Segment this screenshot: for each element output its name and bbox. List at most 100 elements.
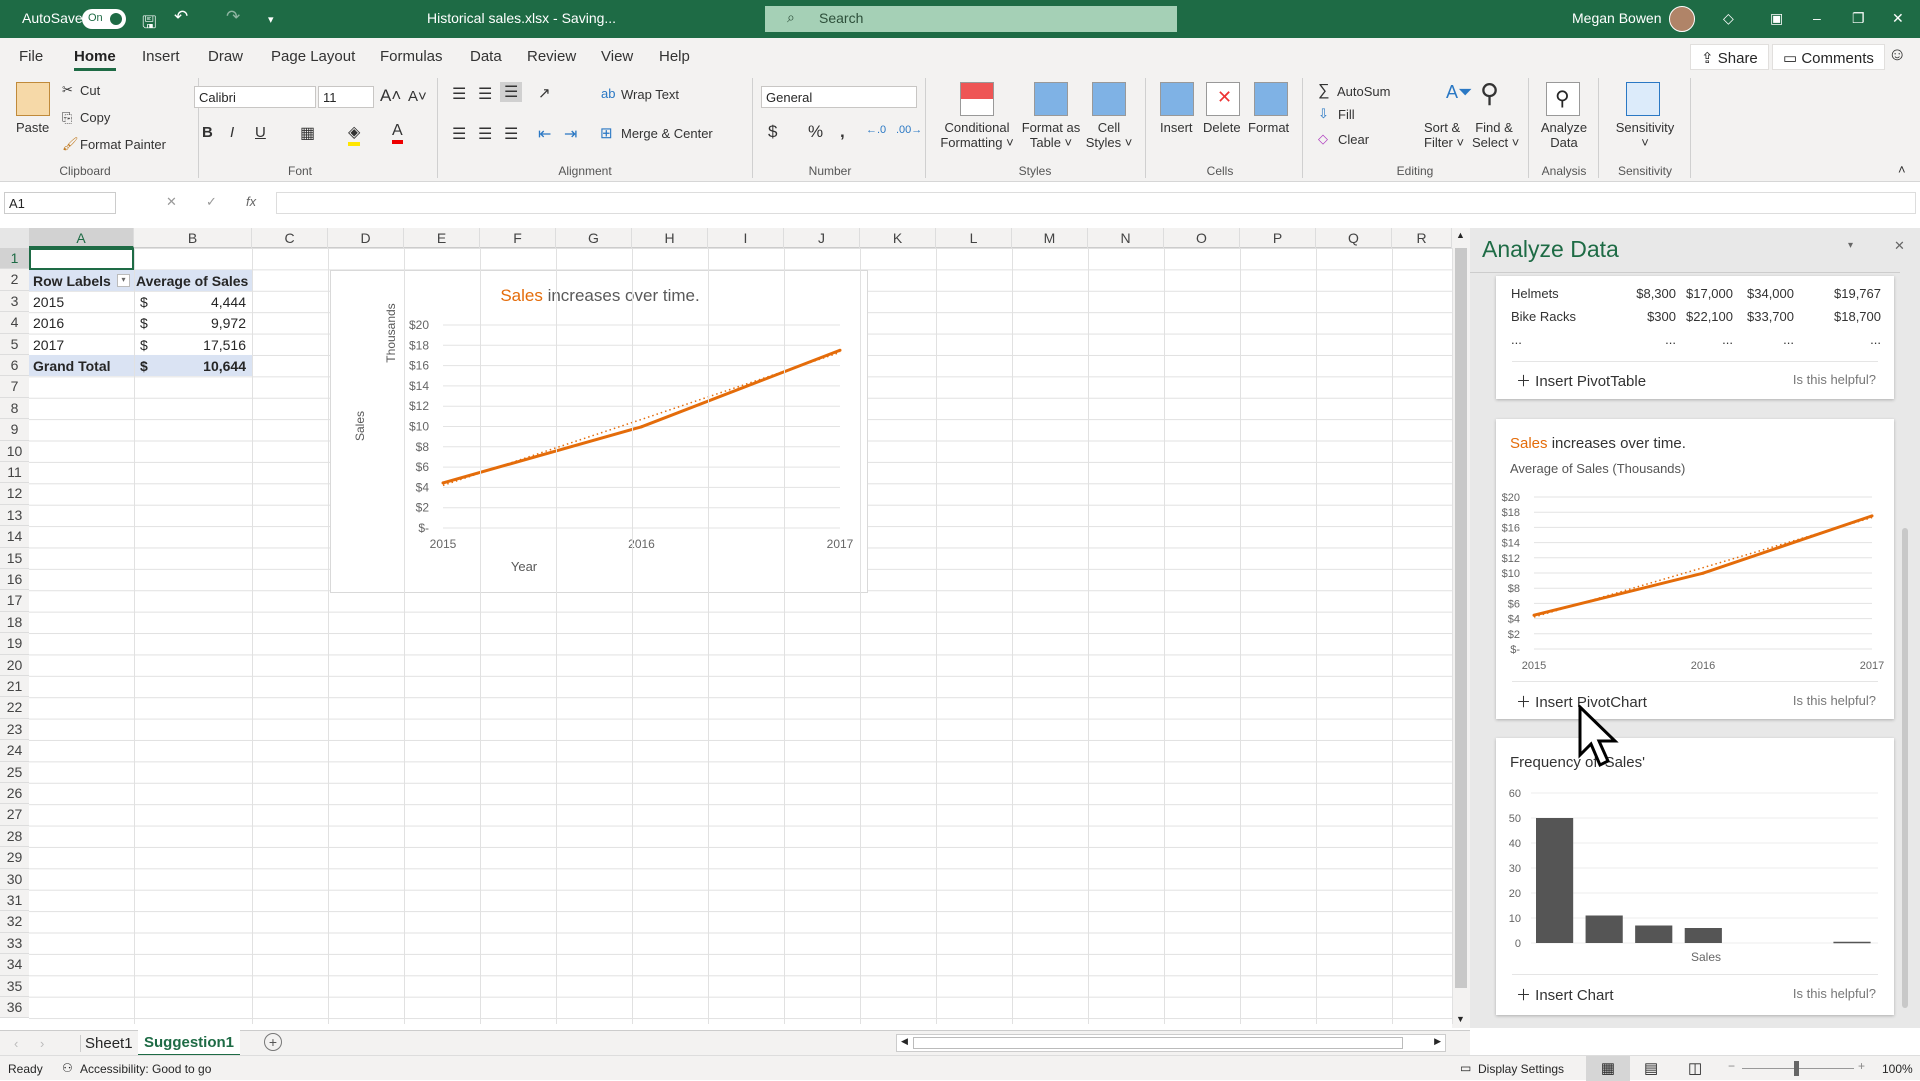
scroll-up-icon[interactable]: ▲ (1456, 230, 1465, 240)
row-header-21[interactable]: 21 (0, 676, 29, 698)
user-name[interactable]: Megan Bowen (1572, 10, 1662, 26)
is-helpful-link-3[interactable]: Is this helpful? (1793, 986, 1876, 1001)
row-header-9[interactable]: 9 (0, 419, 29, 441)
column-header-k[interactable]: K (860, 228, 936, 248)
analyze-data-button[interactable]: Analyze Data (1538, 120, 1590, 150)
align-top-icon[interactable]: ☰ (452, 84, 466, 104)
confirm-entry-icon[interactable]: ✓ (206, 194, 217, 210)
pivot-row-labels-header[interactable]: Row Labels (33, 271, 111, 292)
cancel-entry-icon[interactable]: ✕ (166, 194, 177, 210)
row-header-16[interactable]: 16 (0, 569, 29, 591)
card-chart-data-point[interactable] (1701, 571, 1705, 575)
row-header-30[interactable]: 30 (0, 868, 29, 890)
column-header-c[interactable]: C (252, 228, 328, 248)
vertical-scrollbar[interactable]: ▲ ▼ (1452, 228, 1470, 1028)
row-header-7[interactable]: 7 (0, 376, 29, 398)
display-settings-button[interactable]: Display Settings (1478, 1062, 1564, 1076)
column-header-b[interactable]: B (134, 228, 252, 248)
customize-qat-icon[interactable]: ▾ (268, 13, 274, 26)
main-chart-data-point[interactable] (838, 348, 842, 352)
row-header-18[interactable]: 18 (0, 611, 29, 634)
row-header-17[interactable]: 17 (0, 590, 29, 612)
pivot-row-currency[interactable]: $ (140, 335, 148, 356)
column-header-f[interactable]: F (480, 228, 556, 248)
row-header-22[interactable]: 22 (0, 697, 29, 719)
prev-sheet-icon[interactable]: ‹ (14, 1036, 18, 1051)
row-header-1[interactable]: 1 (0, 248, 29, 270)
tab-view[interactable]: View (601, 48, 633, 65)
sheet-tab-sheet1[interactable]: Sheet1 (80, 1035, 133, 1052)
column-header-m[interactable]: M (1012, 228, 1088, 248)
align-left-icon[interactable]: ☰ (452, 124, 466, 144)
diamond-icon[interactable]: ◇ (1723, 10, 1734, 27)
increase-decimal-icon[interactable]: ←.0 (866, 124, 886, 136)
delete-cells-icon[interactable]: ✕ (1206, 82, 1240, 116)
ribbon-display-icon[interactable]: ▣ (1770, 10, 1783, 27)
column-header-i[interactable]: I (708, 228, 784, 248)
row-header-2[interactable]: 2 (0, 269, 29, 291)
pivot-grand-total-currency[interactable]: $ (140, 356, 148, 377)
currency-icon[interactable]: $ (768, 122, 777, 142)
pivot-row-value[interactable]: 17,516 (164, 335, 246, 356)
pivot-row-value[interactable]: 4,444 (164, 292, 246, 313)
italic-button[interactable]: I (230, 124, 234, 141)
row-header-36[interactable]: 36 (0, 997, 29, 1019)
scroll-down-icon[interactable]: ▼ (1456, 1014, 1465, 1024)
cell-styles-icon[interactable] (1092, 82, 1126, 116)
column-header-q[interactable]: Q (1316, 228, 1392, 248)
column-header-r[interactable]: R (1392, 228, 1452, 248)
cut-icon[interactable]: ✂ (62, 82, 73, 98)
format-as-table-icon[interactable] (1034, 82, 1068, 116)
pivot-row-currency[interactable]: $ (140, 292, 148, 313)
pane-options-icon[interactable]: ▾ (1848, 240, 1853, 251)
row-header-28[interactable]: 28 (0, 825, 29, 848)
search-input[interactable]: ⌕ Search (765, 6, 1177, 32)
is-helpful-link-2[interactable]: Is this helpful? (1793, 693, 1876, 708)
sheet-tab-suggestion1[interactable]: Suggestion1 (138, 1030, 241, 1056)
active-cell-a1[interactable] (29, 248, 134, 270)
align-right-icon[interactable]: ☰ (504, 124, 518, 144)
row-header-15[interactable]: 15 (0, 547, 29, 569)
frequency-bar[interactable] (1585, 915, 1623, 944)
next-sheet-icon[interactable]: › (40, 1036, 44, 1051)
bold-button[interactable]: B (202, 124, 213, 141)
card-chart-series-line[interactable] (1533, 514, 1873, 617)
underline-button[interactable]: U (255, 124, 266, 141)
card-chart-data-point[interactable] (1870, 514, 1874, 518)
pivot-row-label[interactable]: 2017 (33, 335, 64, 356)
format-cells-button[interactable]: Format (1248, 120, 1289, 135)
avatar[interactable] (1669, 6, 1695, 32)
align-center-icon[interactable]: ☰ (478, 124, 492, 144)
column-header-h[interactable]: H (632, 228, 708, 248)
comments-button[interactable]: ▭ Comments (1772, 44, 1885, 70)
font-color-icon[interactable]: A (392, 122, 403, 144)
tab-insert[interactable]: Insert (142, 48, 180, 65)
align-bottom-icon[interactable]: ☰ (500, 82, 523, 102)
insert-cells-icon[interactable] (1160, 82, 1194, 116)
frequency-bar[interactable] (1536, 818, 1574, 943)
frequency-bar[interactable] (1684, 928, 1722, 943)
page-break-view-icon[interactable]: ◫ (1688, 1059, 1702, 1077)
font-name-dropdown[interactable]: Calibri (194, 86, 316, 108)
autosum-button[interactable]: AutoSum (1337, 84, 1390, 99)
copy-icon[interactable]: ⎘ (62, 110, 72, 126)
column-header-a[interactable]: A (29, 228, 134, 248)
row-header-10[interactable]: 10 (0, 440, 29, 462)
undo-icon[interactable]: ↶ (174, 7, 188, 27)
pivot-row-value[interactable]: 9,972 (164, 313, 246, 334)
redo-icon[interactable]: ↷ (226, 7, 240, 27)
row-header-5[interactable]: 5 (0, 333, 29, 355)
insert-function-button[interactable]: fx (246, 194, 256, 209)
row-header-13[interactable]: 13 (0, 504, 29, 527)
fill-color-icon[interactable]: ◈ (348, 122, 361, 146)
row-header-26[interactable]: 26 (0, 783, 29, 805)
paste-button[interactable]: Paste (16, 120, 49, 135)
close-icon[interactable]: ✕ (1892, 10, 1904, 27)
add-sheet-icon[interactable]: + (264, 1033, 282, 1051)
minimize-icon[interactable]: – (1813, 10, 1821, 26)
zoom-out-icon[interactable]: − (1728, 1059, 1735, 1073)
tab-draw[interactable]: Draw (208, 48, 243, 65)
pivot-grand-total-value[interactable]: 10,644 (164, 356, 246, 377)
page-layout-view-icon[interactable]: ▤ (1644, 1059, 1658, 1077)
sales-line-chart[interactable]: Sales increases over time. Year Sales Th… (330, 270, 868, 593)
